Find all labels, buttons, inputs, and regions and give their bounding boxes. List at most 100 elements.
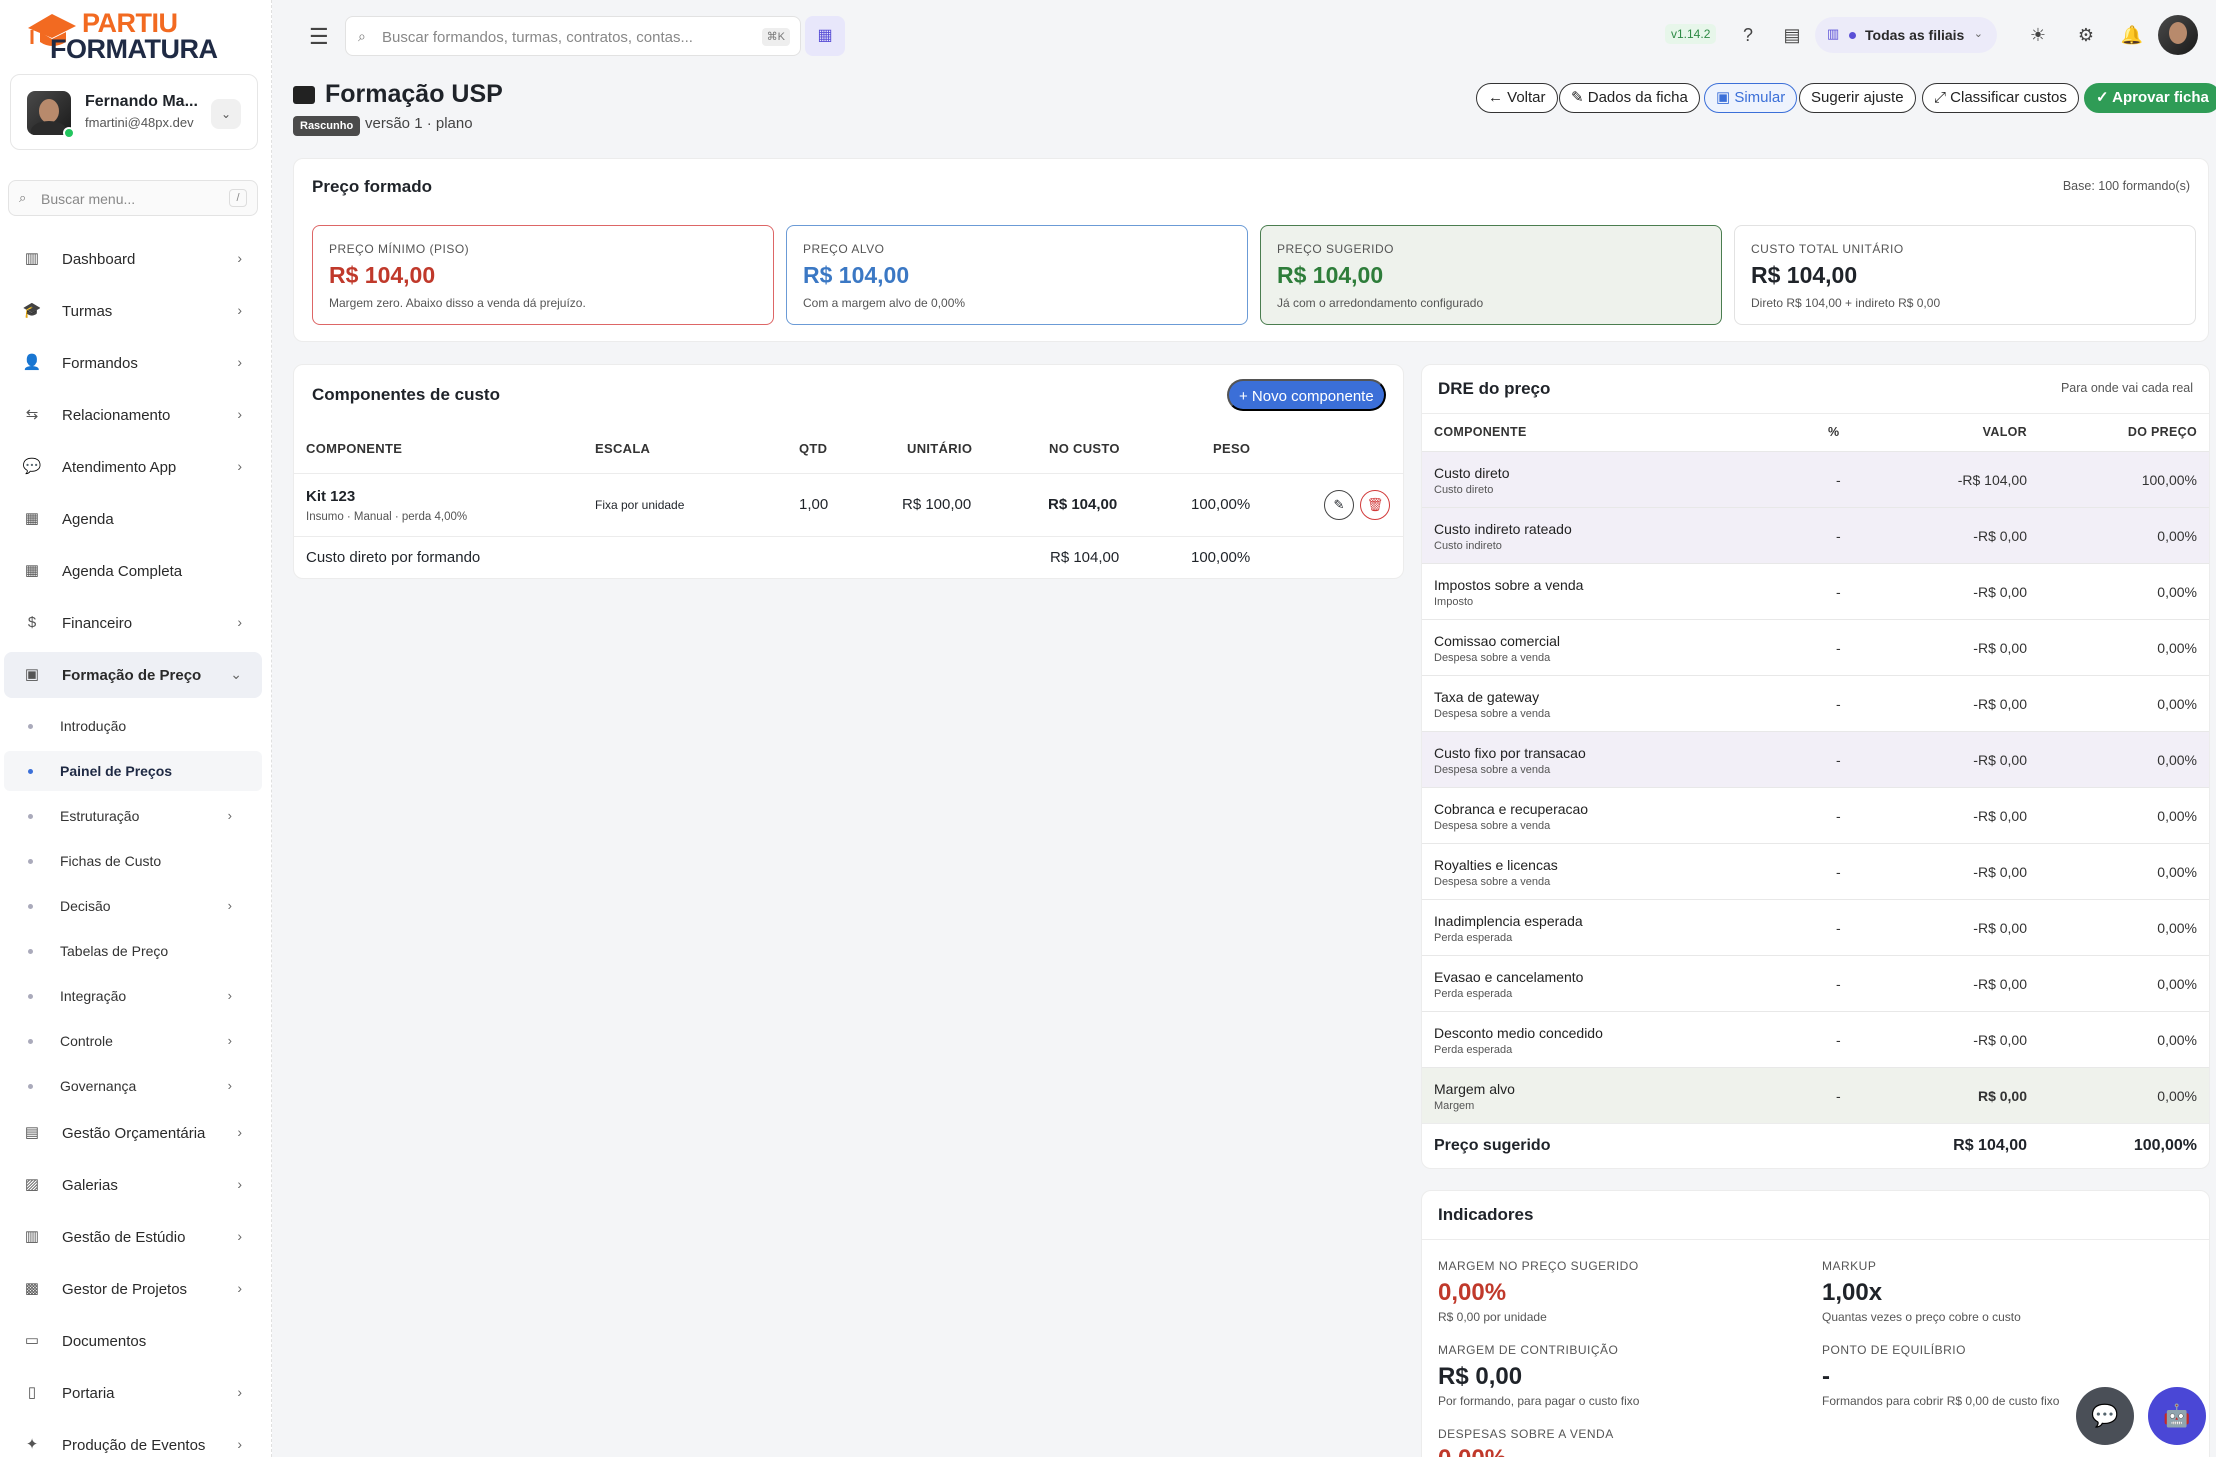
dre-row-type: Custo direto — [1434, 484, 1494, 496]
menu-search-input[interactable]: ⌕ Buscar menu... / — [8, 180, 258, 216]
sidebar-subitem[interactable]: Estruturação › — [4, 796, 262, 836]
sidebar-subitem[interactable]: Integração › — [4, 976, 262, 1016]
component-name: Kit 123 — [306, 488, 356, 505]
hamburger-menu-icon[interactable]: ☰ — [309, 24, 329, 50]
sidebar-subitem[interactable]: Tabelas de Preço — [4, 931, 262, 971]
calendar-full-icon: ▦ — [24, 562, 40, 579]
component-cost: R$ 104,00 — [1048, 496, 1118, 513]
sheet-data-button[interactable]: ✎ Dados da ficha — [1559, 83, 1700, 113]
help-icon[interactable]: ? — [1735, 22, 1761, 48]
suggest-adjust-button[interactable]: Sugerir ajuste — [1799, 83, 1916, 113]
approve-sheet-button[interactable]: ✓ Aprovar ficha — [2084, 83, 2216, 113]
sidebar-item[interactable]: ▦ Agenda Completa — [4, 548, 262, 594]
dre-row-name: Evasao e cancelamento — [1434, 969, 1584, 985]
kpi-label: CUSTO TOTAL UNITÁRIO — [1751, 242, 1904, 256]
apps-grid-icon[interactable]: ▦ — [805, 16, 845, 56]
chevron-icon: › — [227, 808, 232, 823]
dre-row-value: -R$ 0,00 — [1973, 808, 2027, 824]
delete-trash-icon[interactable]: 🗑 — [1360, 490, 1390, 520]
sidebar-item[interactable]: 🎓 Turmas › — [4, 288, 262, 334]
kpi-card: PREÇO SUGERIDO R$ 104,00 Já com o arredo… — [1260, 225, 1722, 325]
feedback-chat-icon[interactable]: 💬 — [2076, 1387, 2134, 1445]
sidebar-item[interactable]: 👤 Formandos › — [4, 340, 262, 386]
sidebar-subitem[interactable]: Controle › — [4, 1021, 262, 1061]
table-row: Desconto medio concedido Perda esperada … — [1422, 1011, 2209, 1067]
dre-row-type: Despesa sobre a venda — [1434, 764, 1551, 776]
kpi-note: Com a margem alvo de 0,00% — [803, 296, 966, 310]
sidebar-subitem[interactable]: Governança › — [4, 1066, 262, 1106]
assistant-bot-icon[interactable]: 🤖 — [2148, 1387, 2206, 1445]
sidebar-item[interactable]: ▨ Galerias › — [4, 1162, 262, 1208]
dre-row-type: Custo indireto — [1434, 540, 1502, 552]
global-search-shortcut: ⌘K — [761, 28, 790, 46]
classify-costs-button[interactable]: ⤢ Classificar custos — [1922, 83, 2079, 113]
settings-gear-icon[interactable]: ⚙ — [2073, 22, 2099, 48]
col-component: COMPONENTE — [306, 441, 403, 456]
branch-selector[interactable]: ▥ Todas as filiais ⌄ — [1815, 17, 1997, 53]
table-row[interactable]: Kit 123 Insumo · Manual · perda 4,00% Fi… — [294, 474, 1403, 536]
direct-cost-total: R$ 104,00 — [1050, 549, 1120, 566]
chevron-icon: › — [237, 354, 242, 370]
sidebar-item[interactable]: ▩ Gestor de Projetos › — [4, 1266, 262, 1312]
sidebar-item[interactable]: ⇆ Relacionamento › — [4, 392, 262, 438]
sidebar-item[interactable]: ▤ Gestão Orçamentária › — [4, 1110, 262, 1156]
price-card-base: Base: 100 formando(s) — [2062, 179, 2190, 193]
dre-row-of-price: 0,00% — [2157, 1032, 2197, 1048]
new-component-button[interactable]: + Novo componente — [1227, 379, 1386, 411]
sidebar-item-label: Dashboard — [62, 251, 136, 268]
kpi-value: R$ 104,00 — [329, 262, 436, 288]
dre-row-value: -R$ 0,00 — [1973, 976, 2027, 992]
table-row: Inadimplencia esperada Perda esperada - … — [1422, 899, 2209, 955]
sidebar-subitem[interactable]: Painel de Preços — [4, 751, 262, 791]
dre-row-name: Impostos sobre a venda — [1434, 577, 1584, 593]
pricing-chart-icon: ▣ — [24, 666, 40, 683]
sidebar-item[interactable]: ▣ Formação de Preço ⌄ — [4, 652, 262, 698]
back-button[interactable]: ← Voltar — [1476, 83, 1558, 113]
global-search-input[interactable]: ⌕ Buscar formandos, turmas, contratos, c… — [345, 16, 801, 56]
sidebar-item[interactable]: ✦ Produção de Eventos › — [4, 1422, 262, 1457]
simulate-button[interactable]: ▣ Simular — [1704, 83, 1798, 113]
sidebar-item[interactable]: $ Financeiro › — [4, 600, 262, 646]
bullet-dot-icon — [28, 724, 33, 729]
dre-row-type: Perda esperada — [1434, 1044, 1513, 1056]
dre-row-type: Despesa sobre a venda — [1434, 652, 1551, 664]
avatar[interactable] — [2158, 15, 2198, 55]
page-subtitle: versão 1 · plano — [365, 115, 473, 132]
indicator-margin-value: 0,00% — [1438, 1279, 1507, 1306]
brand-logo[interactable]: PARTIU FORMATURA — [26, 6, 218, 66]
chevron-icon: › — [237, 1176, 242, 1192]
sidebar-item-label: Produção de Eventos — [62, 1437, 206, 1454]
edit-pencil-icon[interactable]: ✎ — [1324, 490, 1354, 520]
sidebar-subitem-label: Governança — [60, 1078, 137, 1094]
dre-row-of-price: 0,00% — [2157, 696, 2197, 712]
kpi-card: PREÇO MÍNIMO (PISO) R$ 104,00 Margem zer… — [312, 225, 774, 325]
sidebar-item[interactable]: 💬 Atendimento App › — [4, 444, 262, 490]
sidebar-subitem[interactable]: Decisão › — [4, 886, 262, 926]
dre-col-value: VALOR — [1982, 425, 2027, 439]
sidebar-item[interactable]: ▦ Agenda — [4, 496, 262, 542]
table-row: Custo fixo por transacao Despesa sobre a… — [1422, 731, 2209, 787]
sidebar-item[interactable]: ▭ Documentos — [4, 1318, 262, 1364]
chevron-icon: › — [227, 898, 232, 913]
dre-row-name: Custo direto — [1434, 465, 1510, 481]
layout-icon[interactable]: ▤ — [1779, 22, 1805, 48]
chevron-icon: › — [237, 406, 242, 422]
sidebar-item[interactable]: ▯ Portaria › — [4, 1370, 262, 1416]
sun-icon[interactable]: ☀ — [2025, 22, 2051, 48]
sidebar-item[interactable]: ▥ Dashboard › — [4, 236, 262, 282]
dre-row-of-price: 100,00% — [2141, 472, 2197, 488]
col-scale: ESCALA — [595, 441, 651, 456]
dre-row-pct: - — [1836, 752, 1841, 768]
dre-row-name: Cobranca e recuperacao — [1434, 801, 1589, 817]
bullet-dot-icon — [28, 814, 33, 819]
sidebar-subitem[interactable]: Introdução — [4, 706, 262, 746]
bell-icon[interactable]: 🔔 — [2119, 22, 2145, 48]
chevron-icon: › — [237, 458, 242, 474]
chevron-down-icon[interactable]: ⌄ — [211, 99, 241, 129]
sidebar-subitem[interactable]: Fichas de Custo — [4, 841, 262, 881]
chevron-icon: › — [237, 302, 242, 318]
user-card[interactable]: Fernando Ma... fmartini@48px.dev ⌄ — [10, 74, 258, 150]
dre-row-name: Comissao comercial — [1434, 633, 1561, 649]
sidebar-item[interactable]: ▥ Gestão de Estúdio › — [4, 1214, 262, 1260]
bullet-dot-icon — [28, 769, 33, 774]
